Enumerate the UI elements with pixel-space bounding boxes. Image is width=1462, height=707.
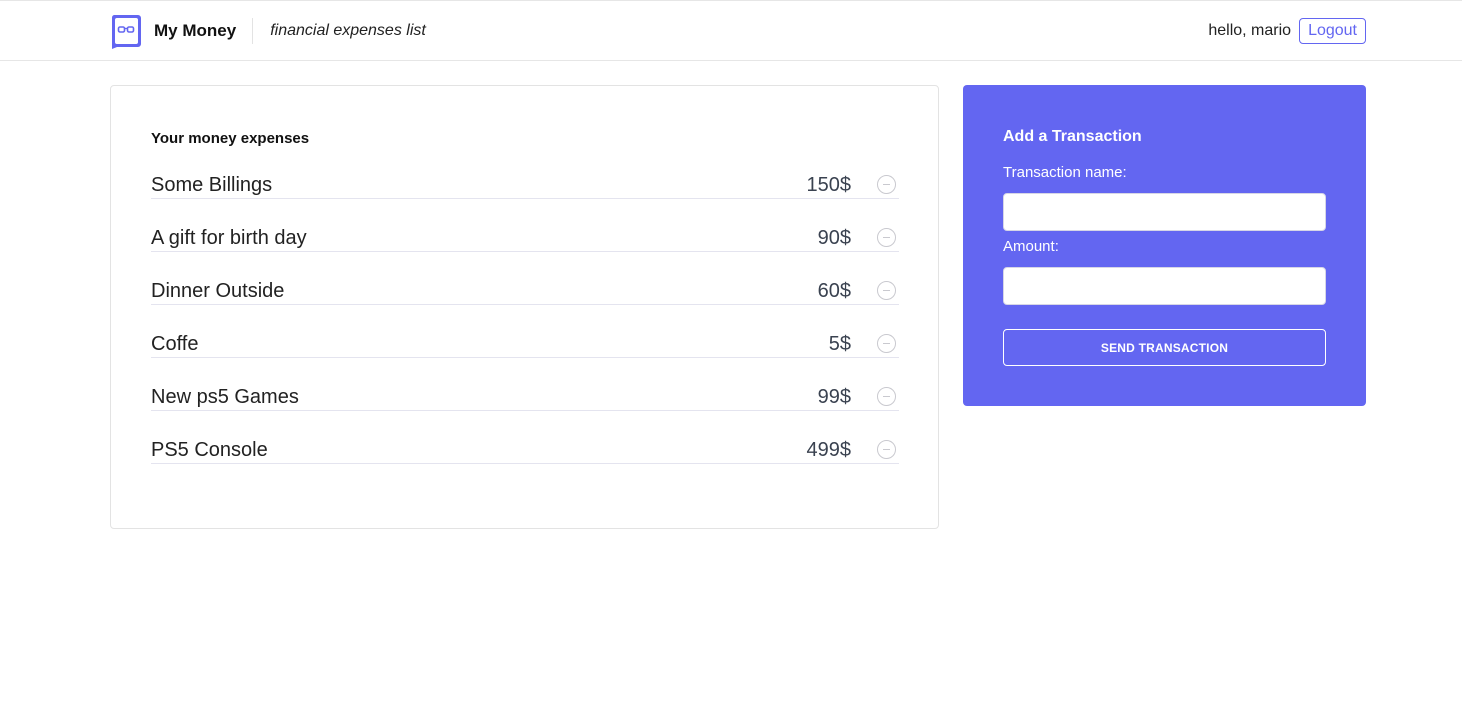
- expense-row: PS5 Console 499$: [151, 434, 899, 487]
- brand: My Money financial expenses list: [110, 13, 426, 49]
- header-divider: [252, 18, 254, 44]
- expense-amount: 99$: [817, 386, 851, 408]
- logout-button[interactable]: Logout: [1299, 18, 1366, 44]
- expense-row: Some Billings 150$: [151, 169, 899, 222]
- app-subtitle: financial expenses list: [270, 22, 426, 39]
- form-title: Add a Transaction: [1003, 128, 1142, 145]
- send-transaction-button[interactable]: SEND TRANSACTION: [1003, 329, 1326, 366]
- top-navbar: My Money financial expenses list hello, …: [0, 0, 1462, 61]
- expense-amount: 150$: [806, 174, 852, 196]
- amount-input[interactable]: [1003, 267, 1326, 305]
- row-divider: [151, 304, 899, 305]
- app-name: My Money: [154, 21, 237, 40]
- remove-expense-icon[interactable]: [877, 175, 896, 194]
- row-divider: [151, 251, 899, 252]
- remove-expense-icon[interactable]: [877, 228, 896, 247]
- expense-amount: 499$: [806, 439, 852, 461]
- remove-expense-icon[interactable]: [877, 440, 896, 459]
- remove-expense-icon[interactable]: [877, 281, 896, 300]
- expense-row: New ps5 Games 99$: [151, 381, 899, 434]
- expense-amount: 60$: [817, 280, 851, 302]
- expense-name: PS5 Console: [151, 439, 268, 461]
- expenses-title: Your money expenses: [151, 130, 310, 147]
- expense-name: Some Billings: [151, 174, 273, 196]
- add-transaction-card: Add a Transaction Transaction name: Amou…: [963, 85, 1366, 406]
- row-divider: [151, 463, 899, 464]
- expense-row: A gift for birth day 90$: [151, 222, 899, 275]
- remove-expense-icon[interactable]: [877, 334, 896, 353]
- transaction-name-label: Transaction name:: [1003, 164, 1127, 181]
- expense-name: A gift for birth day: [151, 227, 307, 249]
- expenses-card: Your money expenses Some Billings 150$ A…: [110, 85, 939, 529]
- row-divider: [151, 357, 899, 358]
- expense-row: Coffe 5$: [151, 328, 899, 381]
- row-divider: [151, 198, 899, 199]
- transaction-name-input[interactable]: [1003, 193, 1326, 231]
- user-area: hello, mario Logout: [1208, 18, 1366, 44]
- logo-icon: [111, 14, 141, 49]
- expense-amount: 90$: [817, 227, 851, 249]
- remove-expense-icon[interactable]: [877, 387, 896, 406]
- amount-label: Amount:: [1003, 238, 1059, 255]
- expense-list: Some Billings 150$ A gift for birth day …: [151, 169, 899, 487]
- expense-row: Dinner Outside 60$: [151, 275, 899, 328]
- expense-amount: 5$: [828, 333, 851, 355]
- expense-name: Coffe: [151, 333, 199, 355]
- expense-name: New ps5 Games: [151, 386, 299, 408]
- row-divider: [151, 410, 899, 411]
- expense-name: Dinner Outside: [151, 280, 285, 302]
- user-greeting: hello, mario: [1208, 22, 1292, 39]
